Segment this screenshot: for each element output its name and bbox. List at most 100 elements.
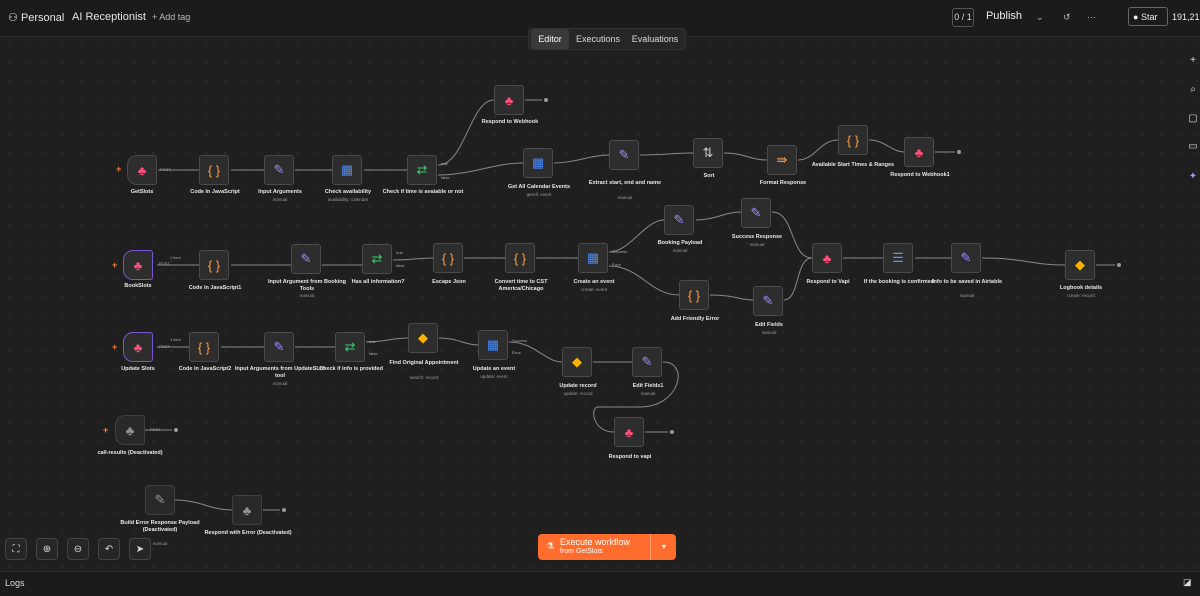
edit-icon: ✎ <box>641 354 653 369</box>
node-subtitle: manual <box>617 195 633 200</box>
node-edit-fields[interactable]: ✎ <box>753 286 783 316</box>
node-getslots[interactable]: ♣ <box>127 155 157 185</box>
webhook-icon: ♣ <box>125 422 135 438</box>
node-update-event[interactable]: ▦ <box>478 330 508 360</box>
edit-icon: ✎ <box>273 162 285 177</box>
node-respond-vapi-2[interactable]: ♣ <box>614 417 644 447</box>
node-subtitle: manual <box>761 330 777 335</box>
add-trigger-icon[interactable]: + <box>112 260 117 270</box>
add-node-icon[interactable]: + <box>1186 55 1200 69</box>
logs-panel[interactable]: Logs ◪ <box>0 571 1200 596</box>
undo-icon[interactable]: ↶ <box>98 538 120 560</box>
execute-workflow-button[interactable]: ⚗ Execute workflow from GetSlots ▾ <box>538 534 676 560</box>
node-subtitle: availability: calendar <box>327 197 369 202</box>
webhook-icon: ♣ <box>504 92 514 108</box>
node-label: Respond with Error (Deactivated) <box>204 530 292 536</box>
add-trigger-icon[interactable]: + <box>112 342 117 352</box>
node-sort[interactable]: ⇅ <box>693 138 723 168</box>
node-edit-fields1[interactable]: ✎ <box>632 347 662 377</box>
workflow-connections <box>145 98 1121 512</box>
node-convert-time[interactable]: { } <box>505 243 535 273</box>
expand-icon[interactable]: ◪ <box>1183 577 1192 588</box>
node-label: Success Response <box>731 234 783 240</box>
node-code-js2[interactable]: { } <box>189 332 219 362</box>
node-logbook[interactable]: ◆ <box>1065 250 1095 280</box>
node-respond-vapi[interactable]: ♣ <box>812 243 842 273</box>
node-bookslots[interactable]: ♣ <box>123 250 153 280</box>
webhook-icon: ♣ <box>133 257 143 273</box>
sticky-note-icon[interactable]: ▢ <box>1186 113 1200 127</box>
webhook-icon: ♣ <box>242 502 252 518</box>
node-booking-payload[interactable]: ✎ <box>664 205 694 235</box>
node-label: Update an event <box>472 366 516 372</box>
node-build-error[interactable]: ✎ <box>145 485 175 515</box>
node-format-response[interactable]: ⇛ <box>767 145 797 175</box>
node-input-update[interactable]: ✎ <box>264 332 294 362</box>
panel-icon[interactable]: ▭ <box>1186 141 1200 155</box>
node-check-info[interactable]: ⇄ <box>335 332 365 362</box>
node-subtitle: manual <box>272 381 288 386</box>
node-respond-webhook[interactable]: ♣ <box>494 85 524 115</box>
node-code-js[interactable]: { } <box>199 155 229 185</box>
calendar-icon: ▦ <box>531 155 545 170</box>
add-trigger-icon[interactable]: + <box>103 425 108 435</box>
port-false: false <box>369 351 378 356</box>
port-true: true <box>369 339 376 344</box>
sort-icon: ⇅ <box>702 145 714 160</box>
node-if-booking[interactable]: ☰ <box>883 243 913 273</box>
chevron-down-icon[interactable]: ▾ <box>650 534 677 560</box>
zoom-in-icon[interactable]: ⊕ <box>36 538 58 560</box>
port-post: POST <box>160 167 171 172</box>
node-label: Extract start, end and name <box>588 180 662 186</box>
port-post: POST <box>159 344 170 349</box>
node-input-arguments[interactable]: ✎ <box>264 155 294 185</box>
node-get-calendar[interactable]: ▦ <box>523 148 553 178</box>
port-success: Success <box>612 249 628 254</box>
node-extract-time[interactable]: ✎ <box>609 140 639 170</box>
node-check-time[interactable]: ⇄ <box>407 155 437 185</box>
pointer-icon[interactable]: ➤ <box>129 538 151 560</box>
code-icon: { } <box>513 250 527 266</box>
node-label: Build Error Response Payload (Deactivate… <box>120 520 200 533</box>
add-trigger-icon[interactable]: + <box>116 164 121 174</box>
port-true: true <box>396 250 403 255</box>
ai-sparkle-icon[interactable]: ✦ <box>1186 171 1200 185</box>
code-icon: { } <box>207 257 221 273</box>
node-add-friendly-error[interactable]: { } <box>679 280 709 310</box>
execute-sublabel: from GetSlots <box>560 548 603 555</box>
node-label: Respond to Webhook1 <box>890 172 950 178</box>
node-respond-webhook1[interactable]: ♣ <box>904 137 934 167</box>
node-label: Edit Fields <box>755 322 783 328</box>
node-create-event[interactable]: ▦ <box>578 243 608 273</box>
webhook-icon: ♣ <box>822 250 832 266</box>
calendar-icon: ▦ <box>486 337 500 352</box>
webhook-icon: ♣ <box>914 144 924 160</box>
node-available-start[interactable]: { } <box>838 125 868 155</box>
node-update-slots[interactable]: ♣ <box>123 332 153 362</box>
node-subtitle: create: event <box>580 287 607 292</box>
node-escape-json[interactable]: { } <box>433 243 463 273</box>
node-update-record[interactable]: ◆ <box>562 347 592 377</box>
calendar-icon: ▦ <box>586 250 600 265</box>
search-icon[interactable]: ⌕ <box>1186 84 1200 98</box>
node-success-response[interactable]: ✎ <box>741 198 771 228</box>
node-label: Respond to vapi <box>608 454 652 460</box>
node-find-original[interactable]: ◆ <box>408 323 438 353</box>
fit-view-icon[interactable]: ⛶ <box>5 538 27 560</box>
webhook-icon: ♣ <box>137 162 147 178</box>
port-post: POST <box>159 261 170 266</box>
node-info-airtable[interactable]: ✎ <box>951 243 981 273</box>
node-respond-error[interactable]: ♣ <box>232 495 262 525</box>
node-label: Create an event <box>573 279 615 285</box>
airtable-icon: ◆ <box>418 330 428 345</box>
node-has-all-info[interactable]: ⇄ <box>362 244 392 274</box>
node-check-availability[interactable]: ▦ <box>332 155 362 185</box>
zoom-out-icon[interactable]: ⊖ <box>67 538 89 560</box>
edit-icon: ✎ <box>762 293 774 308</box>
node-label: Code in JavaScript1 <box>188 285 242 291</box>
node-call-results[interactable]: ♣ <box>115 415 145 445</box>
node-input-booking[interactable]: ✎ <box>291 244 321 274</box>
node-code-js1[interactable]: { } <box>199 250 229 280</box>
port-post: POST <box>150 427 161 432</box>
node-label: Check if time is avaiable or not <box>382 189 464 195</box>
